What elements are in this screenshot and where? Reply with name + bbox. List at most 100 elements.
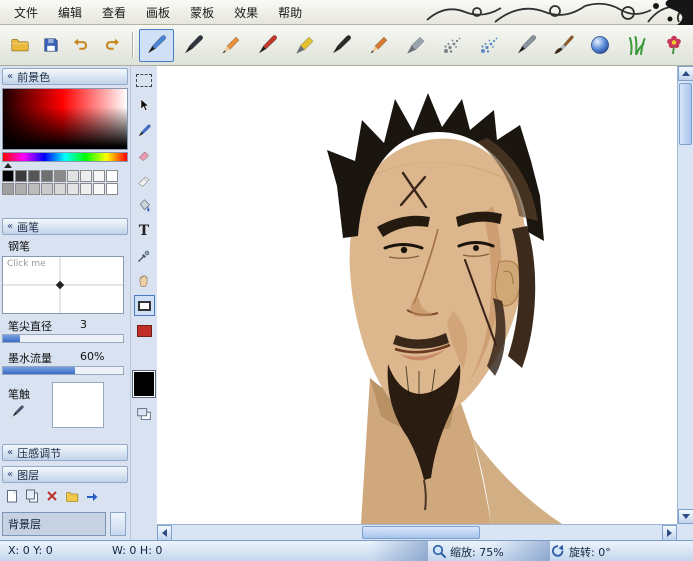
stroke-preview-box[interactable] bbox=[52, 382, 104, 428]
collapse-chevron-icon: « bbox=[7, 71, 13, 82]
undo-button[interactable] bbox=[67, 31, 96, 60]
color-swatch[interactable] bbox=[93, 170, 105, 182]
color-swatch[interactable] bbox=[2, 170, 14, 182]
menu-edit[interactable]: 编辑 bbox=[48, 1, 92, 24]
color-swatch[interactable] bbox=[41, 183, 53, 195]
color-swatch[interactable] bbox=[2, 183, 14, 195]
color-swatch[interactable] bbox=[93, 183, 105, 195]
color-swatch[interactable] bbox=[28, 170, 40, 182]
quick-mask-tool[interactable] bbox=[134, 320, 155, 341]
current-color-swatch[interactable] bbox=[133, 371, 155, 397]
open-button[interactable] bbox=[6, 31, 35, 60]
color-swatch[interactable] bbox=[41, 170, 53, 182]
color-swatch[interactable] bbox=[15, 170, 27, 182]
scroll-up-button[interactable] bbox=[678, 66, 693, 81]
horizontal-scrollbar[interactable] bbox=[157, 524, 677, 540]
marquee-select-tool[interactable] bbox=[134, 70, 155, 91]
spray-tool[interactable] bbox=[435, 29, 470, 62]
delete-layer-icon[interactable] bbox=[44, 488, 60, 504]
color-swatch[interactable] bbox=[54, 170, 66, 182]
pen-gray-tool[interactable] bbox=[509, 29, 544, 62]
shape-rect-tool[interactable] bbox=[134, 295, 155, 316]
panel-header-pressure[interactable]: « 压感调节 bbox=[2, 444, 128, 461]
vertical-scroll-thumb[interactable] bbox=[679, 83, 692, 145]
eyedropper-tool[interactable] bbox=[134, 245, 155, 266]
color-swatch[interactable] bbox=[67, 183, 79, 195]
pencil-orange-icon bbox=[218, 33, 242, 57]
marker-gray-tool[interactable] bbox=[398, 29, 433, 62]
panel-header-brush[interactable]: « 画笔 bbox=[2, 218, 128, 235]
color-swatch[interactable] bbox=[67, 170, 79, 182]
pencil-orange-tool[interactable] bbox=[213, 29, 248, 62]
tip-diameter-label: 笔尖直径 bbox=[8, 318, 52, 334]
pen-blue-icon bbox=[144, 33, 168, 57]
stroke-label: 笔触 bbox=[8, 386, 30, 402]
tip-diameter-slider[interactable] bbox=[2, 334, 124, 343]
eraser-tool[interactable] bbox=[134, 145, 155, 166]
canvas[interactable] bbox=[157, 66, 677, 524]
color-swatch[interactable] bbox=[54, 183, 66, 195]
right-arrow-icon bbox=[667, 529, 672, 537]
duplicate-layer-icon[interactable] bbox=[135, 405, 153, 423]
scroll-left-button[interactable] bbox=[157, 525, 172, 541]
color-swatch[interactable] bbox=[80, 183, 92, 195]
pencil-brown-tool[interactable] bbox=[361, 29, 396, 62]
horizontal-scroll-thumb[interactable] bbox=[362, 526, 480, 539]
color-swatch[interactable] bbox=[15, 183, 27, 195]
save-button[interactable] bbox=[37, 31, 66, 60]
ink-flow-slider[interactable] bbox=[2, 366, 124, 375]
pen-blue-tool[interactable] bbox=[139, 29, 174, 62]
panel-header-layers[interactable]: « 图层 bbox=[2, 466, 128, 483]
flower-tool[interactable] bbox=[657, 29, 692, 62]
menu-mask[interactable]: 蒙板 bbox=[180, 1, 224, 24]
marker-yellow-tool[interactable] bbox=[287, 29, 322, 62]
hue-slider[interactable] bbox=[2, 152, 128, 162]
paintbrush-tool[interactable] bbox=[546, 29, 581, 62]
tip-diameter-value: 3 bbox=[80, 318, 87, 331]
grass-tool[interactable] bbox=[620, 29, 655, 62]
menu-file[interactable]: 文件 bbox=[4, 1, 48, 24]
fill-bucket-tool[interactable] bbox=[134, 195, 155, 216]
layer-folder-icon[interactable] bbox=[64, 488, 80, 504]
duplicate-layer-icon[interactable] bbox=[24, 488, 40, 504]
water-orb-tool[interactable] bbox=[583, 29, 618, 62]
status-divider bbox=[492, 541, 550, 561]
hard-eraser-tool[interactable] bbox=[134, 170, 155, 191]
text-tool[interactable]: T bbox=[134, 220, 155, 241]
airbrush-blue-tool[interactable] bbox=[472, 29, 507, 62]
white-eraser-icon bbox=[136, 173, 152, 189]
brush-preset-pen[interactable]: 钢笔 bbox=[8, 238, 30, 254]
vertical-scrollbar[interactable] bbox=[677, 66, 693, 524]
color-field-picker[interactable] bbox=[2, 88, 128, 150]
layer-item-background[interactable]: 背景层 bbox=[2, 512, 106, 536]
color-swatch[interactable] bbox=[106, 170, 118, 182]
ink-flow-label: 墨水流量 bbox=[8, 350, 52, 366]
hand-tool[interactable] bbox=[134, 270, 155, 291]
rotation-value[interactable]: 旋转: 0° bbox=[569, 544, 611, 560]
color-swatch[interactable] bbox=[80, 170, 92, 182]
portrait-painting bbox=[157, 66, 677, 524]
menu-view[interactable]: 查看 bbox=[92, 1, 136, 24]
brush-curve-editor[interactable]: Click me bbox=[2, 256, 124, 314]
scroll-down-button[interactable] bbox=[678, 509, 693, 524]
color-swatch[interactable] bbox=[28, 183, 40, 195]
new-layer-icon[interactable] bbox=[4, 488, 20, 504]
foreground-panel-title: 前景色 bbox=[17, 69, 50, 85]
scroll-right-button[interactable] bbox=[662, 525, 677, 541]
paintbrush-icon bbox=[551, 33, 575, 57]
redo-button[interactable] bbox=[98, 31, 127, 60]
pen-ink-tool[interactable] bbox=[176, 29, 211, 62]
move-tool[interactable] bbox=[134, 95, 155, 116]
pen-black-tool[interactable] bbox=[324, 29, 359, 62]
color-swatch[interactable] bbox=[106, 183, 118, 195]
merge-layer-icon[interactable] bbox=[84, 488, 100, 504]
panel-header-foreground[interactable]: « 前景色 bbox=[2, 68, 128, 85]
pen-red-tool[interactable] bbox=[250, 29, 285, 62]
menu-help[interactable]: 帮助 bbox=[268, 1, 312, 24]
pen-tool[interactable] bbox=[134, 120, 155, 141]
scrollbar-corner bbox=[677, 524, 693, 540]
layer-list-scroll-button[interactable] bbox=[110, 512, 126, 536]
menu-canvas[interactable]: 画板 bbox=[136, 1, 180, 24]
menu-effects[interactable]: 效果 bbox=[224, 1, 268, 24]
hue-marker[interactable] bbox=[4, 163, 12, 168]
